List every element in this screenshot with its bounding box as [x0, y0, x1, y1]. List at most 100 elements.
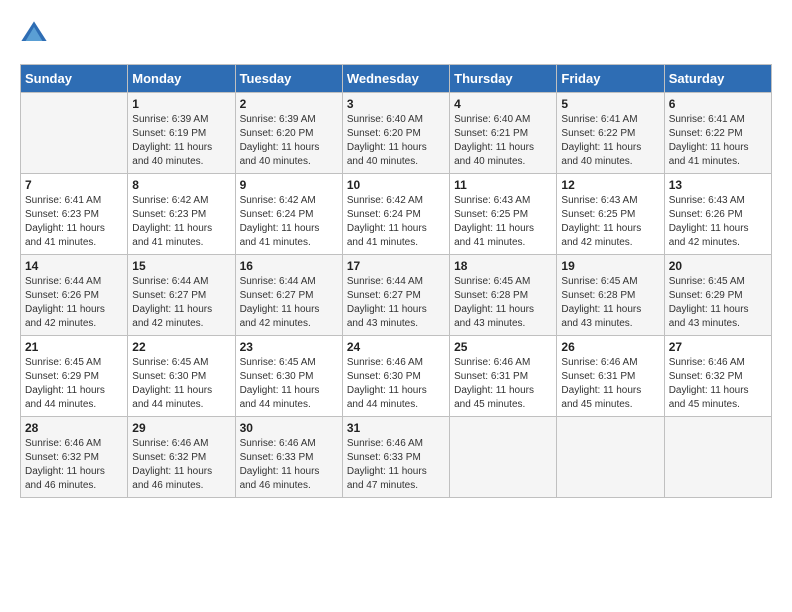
calendar-cell: 13Sunrise: 6:43 AMSunset: 6:26 PMDayligh… — [664, 174, 771, 255]
logo-icon — [20, 20, 48, 48]
calendar-cell: 19 Sunrise: 6:45 AMSunset: 6:28 PMDayligh… — [557, 255, 664, 336]
calendar-cell: 12 Sunrise: 6:43 AMSunset: 6:25 PMDayligh… — [557, 174, 664, 255]
day-number: 23 — [240, 340, 338, 354]
day-info: Sunrise: 6:45 AMSunset: 6:28 PMDaylight:… — [454, 275, 552, 331]
calendar-cell: 17 Sunrise: 6:44 AMSunset: 6:27 PMDayligh… — [342, 255, 449, 336]
day-info: Sunrise: 6:45 AMSunset: 6:29 PMDaylight:… — [669, 275, 767, 331]
week-row-5: 28 Sunrise: 6:46 AMSunset: 6:32 PMDayligh… — [21, 417, 772, 498]
calendar-cell: 27 Sunrise: 6:46 AMSunset: 6:32 PMDayligh… — [664, 336, 771, 417]
calendar-cell: 2 Sunrise: 6:39 AMSunset: 6:20 PMDaylight… — [235, 93, 342, 174]
calendar-cell: 3 Sunrise: 6:40 AMSunset: 6:20 PMDaylight… — [342, 93, 449, 174]
calendar-cell: 16 Sunrise: 6:44 AMSunset: 6:27 PMDayligh… — [235, 255, 342, 336]
day-number: 11 — [454, 178, 552, 192]
day-number: 30 — [240, 421, 338, 435]
day-number: 29 — [132, 421, 230, 435]
day-number: 2 — [240, 97, 338, 111]
calendar-cell: 9 Sunrise: 6:42 AMSunset: 6:24 PMDaylight… — [235, 174, 342, 255]
day-info: Sunrise: 6:45 AMSunset: 6:28 PMDaylight:… — [561, 275, 659, 331]
logo — [20, 20, 52, 48]
calendar-cell: 28 Sunrise: 6:46 AMSunset: 6:32 PMDayligh… — [21, 417, 128, 498]
day-info: Sunrise: 6:46 AMSunset: 6:33 PMDaylight:… — [240, 437, 338, 493]
calendar-cell: 31 Sunrise: 6:46 AMSunset: 6:33 PMDayligh… — [342, 417, 449, 498]
column-header-saturday: Saturday — [664, 65, 771, 93]
calendar-cell: 15 Sunrise: 6:44 AMSunset: 6:27 PMDayligh… — [128, 255, 235, 336]
day-info: Sunrise: 6:45 AMSunset: 6:29 PMDaylight:… — [25, 356, 123, 412]
day-number: 4 — [454, 97, 552, 111]
calendar-cell — [664, 417, 771, 498]
day-info: Sunrise: 6:46 AMSunset: 6:31 PMDaylight:… — [454, 356, 552, 412]
day-info: Sunrise: 6:44 AMSunset: 6:27 PMDaylight:… — [132, 275, 230, 331]
day-number: 14 — [25, 259, 123, 273]
week-row-1: 1 Sunrise: 6:39 AMSunset: 6:19 PMDaylight… — [21, 93, 772, 174]
calendar-cell: 11 Sunrise: 6:43 AMSunset: 6:25 PMDayligh… — [450, 174, 557, 255]
day-number: 9 — [240, 178, 338, 192]
day-number: 24 — [347, 340, 445, 354]
calendar-cell: 21 Sunrise: 6:45 AMSunset: 6:29 PMDayligh… — [21, 336, 128, 417]
calendar-cell: 5 Sunrise: 6:41 AMSunset: 6:22 PMDaylight… — [557, 93, 664, 174]
day-number: 16 — [240, 259, 338, 273]
calendar-cell: 1 Sunrise: 6:39 AMSunset: 6:19 PMDaylight… — [128, 93, 235, 174]
calendar-cell: 7 Sunrise: 6:41 AMSunset: 6:23 PMDaylight… — [21, 174, 128, 255]
day-info: Sunrise: 6:43 AMSunset: 6:25 PMDaylight:… — [561, 194, 659, 250]
day-info: Sunrise: 6:41 AMSunset: 6:22 PMDaylight:… — [669, 113, 767, 169]
day-info: Sunrise: 6:46 AMSunset: 6:32 PMDaylight:… — [25, 437, 123, 493]
day-info: Sunrise: 6:40 AMSunset: 6:20 PMDaylight:… — [347, 113, 445, 169]
day-number: 26 — [561, 340, 659, 354]
day-number: 12 — [561, 178, 659, 192]
day-number: 21 — [25, 340, 123, 354]
column-header-friday: Friday — [557, 65, 664, 93]
day-info: Sunrise: 6:41 AMSunset: 6:22 PMDaylight:… — [561, 113, 659, 169]
column-header-monday: Monday — [128, 65, 235, 93]
day-info: Sunrise: 6:41 AMSunset: 6:23 PMDaylight:… — [25, 194, 123, 250]
day-number: 28 — [25, 421, 123, 435]
day-number: 7 — [25, 178, 123, 192]
day-info: Sunrise: 6:39 AMSunset: 6:19 PMDaylight:… — [132, 113, 230, 169]
day-number: 5 — [561, 97, 659, 111]
day-info: Sunrise: 6:46 AMSunset: 6:32 PMDaylight:… — [669, 356, 767, 412]
day-info: Sunrise: 6:44 AMSunset: 6:27 PMDaylight:… — [347, 275, 445, 331]
calendar-cell: 25 Sunrise: 6:46 AMSunset: 6:31 PMDayligh… — [450, 336, 557, 417]
day-info: Sunrise: 6:44 AMSunset: 6:27 PMDaylight:… — [240, 275, 338, 331]
day-number: 31 — [347, 421, 445, 435]
column-header-sunday: Sunday — [21, 65, 128, 93]
calendar-cell: 6 Sunrise: 6:41 AMSunset: 6:22 PMDaylight… — [664, 93, 771, 174]
day-number: 18 — [454, 259, 552, 273]
day-info: Sunrise: 6:46 AMSunset: 6:33 PMDaylight:… — [347, 437, 445, 493]
calendar-cell — [21, 93, 128, 174]
calendar-cell: 18 Sunrise: 6:45 AMSunset: 6:28 PMDayligh… — [450, 255, 557, 336]
day-info: Sunrise: 6:43 AMSunset: 6:25 PMDaylight:… — [454, 194, 552, 250]
calendar-cell: 24Sunrise: 6:46 AMSunset: 6:30 PMDayligh… — [342, 336, 449, 417]
day-number: 25 — [454, 340, 552, 354]
day-info: Sunrise: 6:42 AMSunset: 6:24 PMDaylight:… — [240, 194, 338, 250]
day-number: 20 — [669, 259, 767, 273]
day-info: Sunrise: 6:46 AMSunset: 6:32 PMDaylight:… — [132, 437, 230, 493]
day-info: Sunrise: 6:39 AMSunset: 6:20 PMDaylight:… — [240, 113, 338, 169]
day-number: 22 — [132, 340, 230, 354]
day-number: 13 — [669, 178, 767, 192]
calendar-cell: 22 Sunrise: 6:45 AMSunset: 6:30 PMDayligh… — [128, 336, 235, 417]
day-number: 19 — [561, 259, 659, 273]
day-info: Sunrise: 6:42 AMSunset: 6:24 PMDaylight:… — [347, 194, 445, 250]
day-info: Sunrise: 6:46 AMSunset: 6:31 PMDaylight:… — [561, 356, 659, 412]
column-header-wednesday: Wednesday — [342, 65, 449, 93]
calendar-cell: 8Sunrise: 6:42 AMSunset: 6:23 PMDaylight… — [128, 174, 235, 255]
column-header-thursday: Thursday — [450, 65, 557, 93]
day-number: 6 — [669, 97, 767, 111]
day-number: 27 — [669, 340, 767, 354]
day-info: Sunrise: 6:45 AMSunset: 6:30 PMDaylight:… — [240, 356, 338, 412]
day-number: 8 — [132, 178, 230, 192]
day-number: 15 — [132, 259, 230, 273]
week-row-2: 7 Sunrise: 6:41 AMSunset: 6:23 PMDaylight… — [21, 174, 772, 255]
calendar-cell: 23 Sunrise: 6:45 AMSunset: 6:30 PMDayligh… — [235, 336, 342, 417]
column-header-tuesday: Tuesday — [235, 65, 342, 93]
day-info: Sunrise: 6:40 AMSunset: 6:21 PMDaylight:… — [454, 113, 552, 169]
day-number: 1 — [132, 97, 230, 111]
calendar-cell: 29 Sunrise: 6:46 AMSunset: 6:32 PMDayligh… — [128, 417, 235, 498]
calendar-cell: 20 Sunrise: 6:45 AMSunset: 6:29 PMDayligh… — [664, 255, 771, 336]
day-number: 3 — [347, 97, 445, 111]
week-row-4: 21 Sunrise: 6:45 AMSunset: 6:29 PMDayligh… — [21, 336, 772, 417]
day-info: Sunrise: 6:45 AMSunset: 6:30 PMDaylight:… — [132, 356, 230, 412]
calendar-cell: 26 Sunrise: 6:46 AMSunset: 6:31 PMDayligh… — [557, 336, 664, 417]
day-info: Sunrise: 6:44 AMSunset: 6:26 PMDaylight:… — [25, 275, 123, 331]
day-number: 17 — [347, 259, 445, 273]
